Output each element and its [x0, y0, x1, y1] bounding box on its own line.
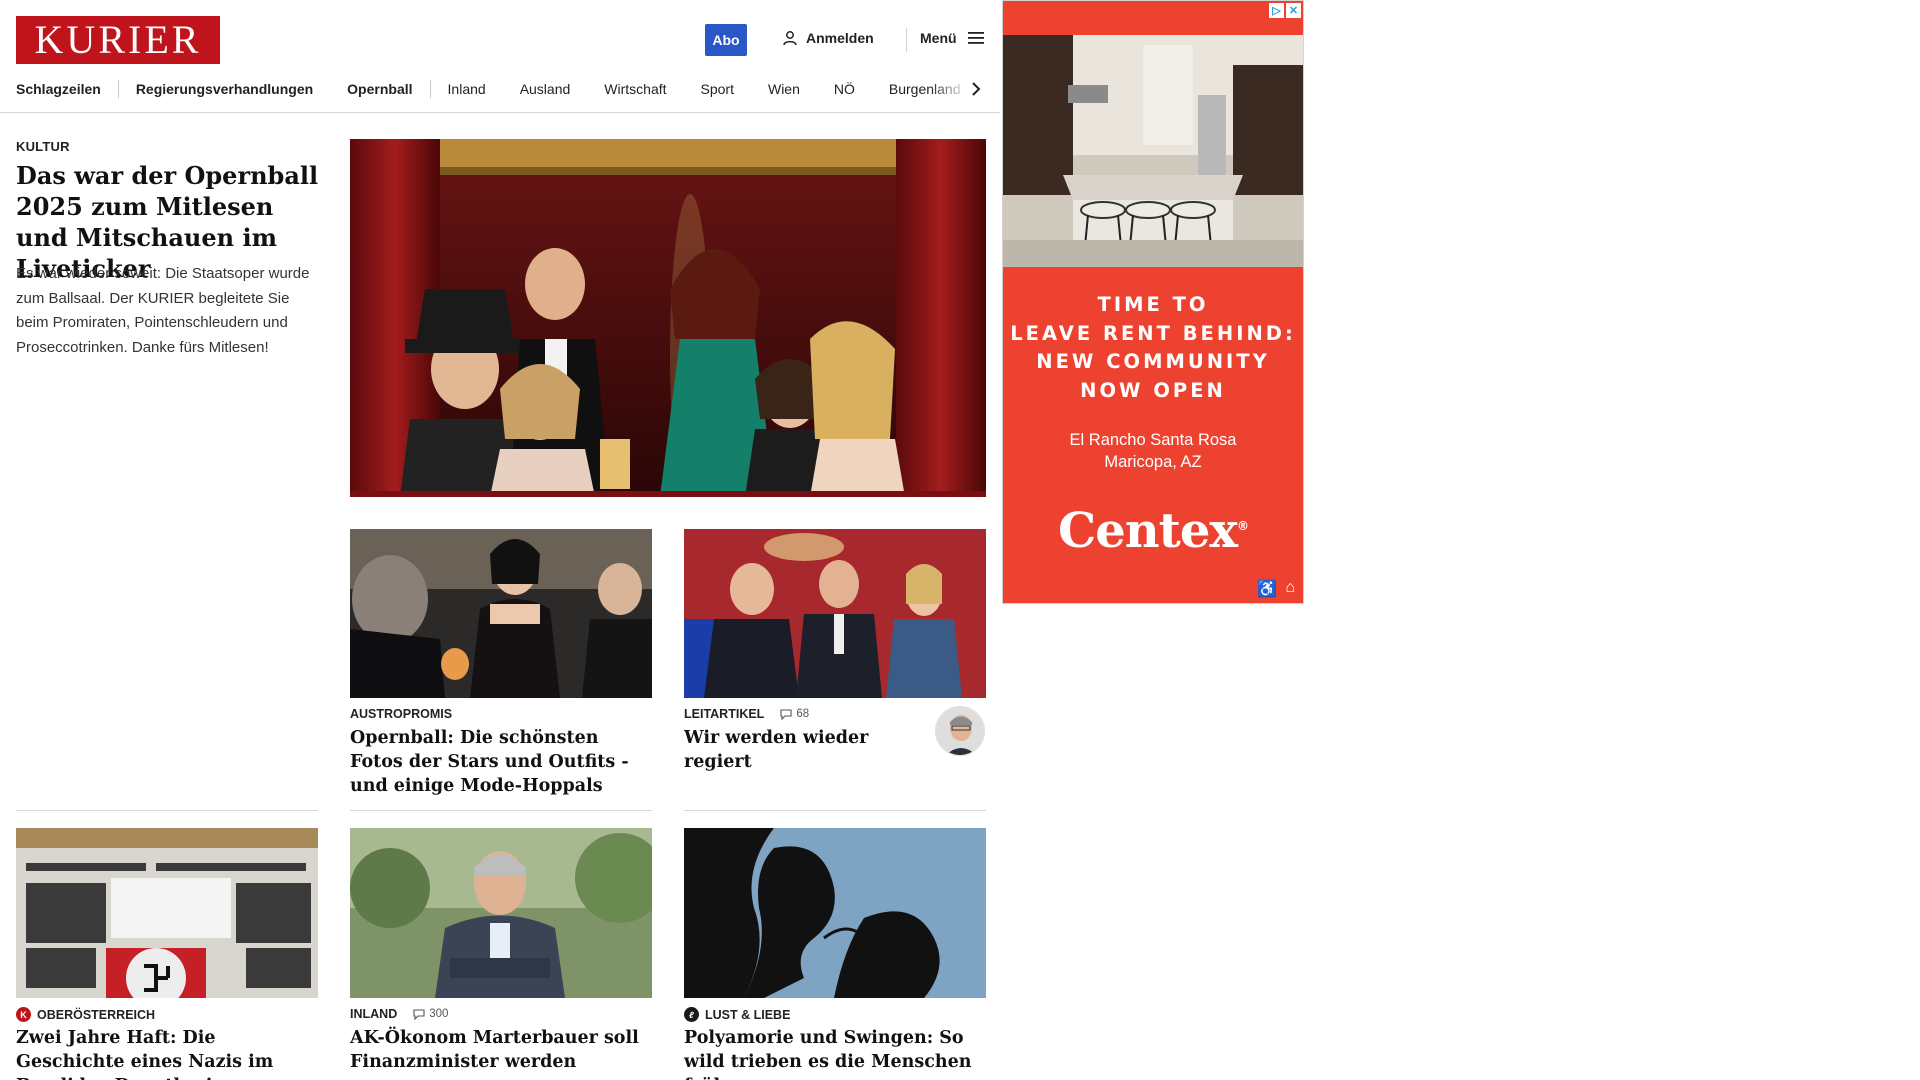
ad-top-bar	[1003, 1, 1303, 35]
article-photo	[16, 828, 318, 998]
nav-item-opernball[interactable]: Opernball	[330, 81, 429, 97]
advertisement-centex[interactable]: ▷ ✕ TIME TO LEAVE RENT BEHIND: NEW COMMU…	[1002, 0, 1304, 604]
article-photo	[350, 529, 652, 698]
adchoices-icon[interactable]: ▷	[1269, 3, 1284, 18]
centex-logo: Centex®	[1003, 503, 1303, 559]
kurier-region-icon: K	[16, 1007, 31, 1022]
nav-item-schlagzeilen[interactable]: Schlagzeilen	[16, 81, 118, 97]
header-divider-line	[0, 112, 1000, 113]
ad-headline-line: NOW OPEN	[1080, 378, 1226, 402]
login-button[interactable]: Anmelden	[782, 30, 874, 46]
ad-headline: TIME TO LEAVE RENT BEHIND: NEW COMMUNITY…	[1003, 291, 1303, 405]
ad-photo	[1003, 35, 1303, 267]
section-nav: Schlagzeilen Regierungsverhandlungen Ope…	[16, 78, 986, 100]
nav-item-inland[interactable]: Inland	[431, 81, 503, 97]
article-kicker-label: OBERÖSTERREICH	[37, 1007, 156, 1022]
ad-kitchen-image	[1003, 35, 1303, 267]
row-divider	[684, 810, 986, 811]
article-kicker[interactable]: AUSTROPROMIS	[350, 707, 452, 721]
comment-icon	[780, 708, 792, 720]
comment-count-value: 68	[796, 708, 810, 720]
article-headline[interactable]: AK-Ökonom Marterbauer soll Finanzministe…	[350, 1026, 652, 1074]
article-image-oberoesterreich[interactable]	[16, 828, 318, 998]
comment-count[interactable]: 300	[413, 1008, 448, 1020]
kurier-logo[interactable]: KURIER	[16, 16, 220, 64]
ad-accessibility-icons: ♿ ⌂	[1257, 579, 1295, 599]
header-divider	[906, 28, 907, 52]
ad-headline-line: TIME TO	[1097, 293, 1209, 316]
article-image-inland[interactable]	[350, 828, 652, 998]
lust-liebe-icon: ℓ	[684, 1007, 699, 1022]
ad-location-line: El Rancho Santa Rosa	[1069, 431, 1237, 449]
ad-location-line: Maricopa, AZ	[1104, 453, 1202, 471]
nav-scroll-right-button[interactable]	[968, 78, 984, 100]
comment-icon	[413, 1008, 425, 1020]
comment-count[interactable]: 68	[780, 708, 809, 720]
article-image-leitartikel[interactable]	[684, 529, 986, 698]
lead-photo	[350, 139, 986, 497]
lead-kicker[interactable]: KULTUR	[16, 139, 70, 154]
logo-text: KURIER	[34, 17, 202, 62]
article-kicker-label: AUSTROPROMIS	[350, 707, 453, 721]
author-avatar[interactable]	[935, 706, 985, 756]
nav-item-ausland[interactable]: Ausland	[503, 81, 588, 97]
login-label: Anmelden	[806, 30, 874, 46]
article-headline[interactable]: Zwei Jahre Haft: Die Geschichte eines Na…	[16, 1026, 318, 1080]
chevron-right-icon	[972, 82, 981, 96]
user-icon	[783, 31, 797, 46]
lead-teaser[interactable]: Es war wieder soweit: Die Staatsoper wur…	[16, 262, 326, 360]
article-headline[interactable]: Polyamorie und Swingen: So wild trieben …	[684, 1026, 986, 1080]
ad-location: El Rancho Santa Rosa Maricopa, AZ	[1003, 429, 1303, 473]
article-photo	[350, 828, 652, 998]
ad-headline-line: NEW COMMUNITY	[1036, 350, 1270, 373]
abo-button[interactable]: Abo	[705, 24, 747, 56]
article-photo	[684, 529, 986, 698]
comment-count-value: 300	[429, 1008, 449, 1020]
nav-item-wirtschaft[interactable]: Wirtschaft	[587, 81, 683, 97]
hamburger-icon	[967, 32, 984, 44]
article-kicker-label: LEITARTIKEL	[684, 707, 765, 721]
article-headline[interactable]: Opernball: Die schönsten Fotos der Stars…	[350, 726, 652, 798]
article-kicker[interactable]: ℓ LUST & LIEBE	[684, 1007, 790, 1022]
article-image-austropromis[interactable]	[350, 529, 652, 698]
row-divider	[350, 810, 652, 811]
menu-label: Menü	[920, 30, 957, 46]
row-divider	[16, 810, 318, 811]
article-kicker[interactable]: INLAND 300	[350, 1007, 448, 1021]
lead-image-opernball[interactable]	[350, 139, 986, 497]
article-kicker-label: INLAND	[350, 1007, 398, 1021]
menu-button[interactable]: Menü	[920, 30, 985, 46]
ad-headline-line: LEAVE RENT BEHIND:	[1010, 321, 1296, 345]
close-icon[interactable]: ✕	[1286, 3, 1301, 18]
article-illustration	[684, 828, 986, 998]
article-headline[interactable]: Wir werden wieder regiert	[684, 726, 924, 774]
article-image-lust-liebe[interactable]	[684, 828, 986, 998]
nav-item-noe[interactable]: NÖ	[817, 81, 872, 97]
equal-housing-icon: ⌂	[1285, 579, 1295, 596]
nav-item-regierungsverhandlungen[interactable]: Regierungsverhandlungen	[119, 81, 330, 97]
author-photo	[936, 707, 984, 755]
nav-item-sport[interactable]: Sport	[684, 81, 751, 97]
article-kicker[interactable]: LEITARTIKEL 68	[684, 707, 809, 721]
centex-logo-text: Centex	[1058, 503, 1238, 559]
ad-choices[interactable]: ▷ ✕	[1269, 3, 1301, 18]
wheelchair-icon: ♿	[1257, 581, 1278, 598]
article-kicker-label: LUST & LIEBE	[705, 1007, 791, 1022]
nav-item-wien[interactable]: Wien	[751, 81, 817, 97]
registered-mark: ®	[1236, 519, 1249, 533]
article-kicker[interactable]: K OBERÖSTERREICH	[16, 1007, 155, 1022]
